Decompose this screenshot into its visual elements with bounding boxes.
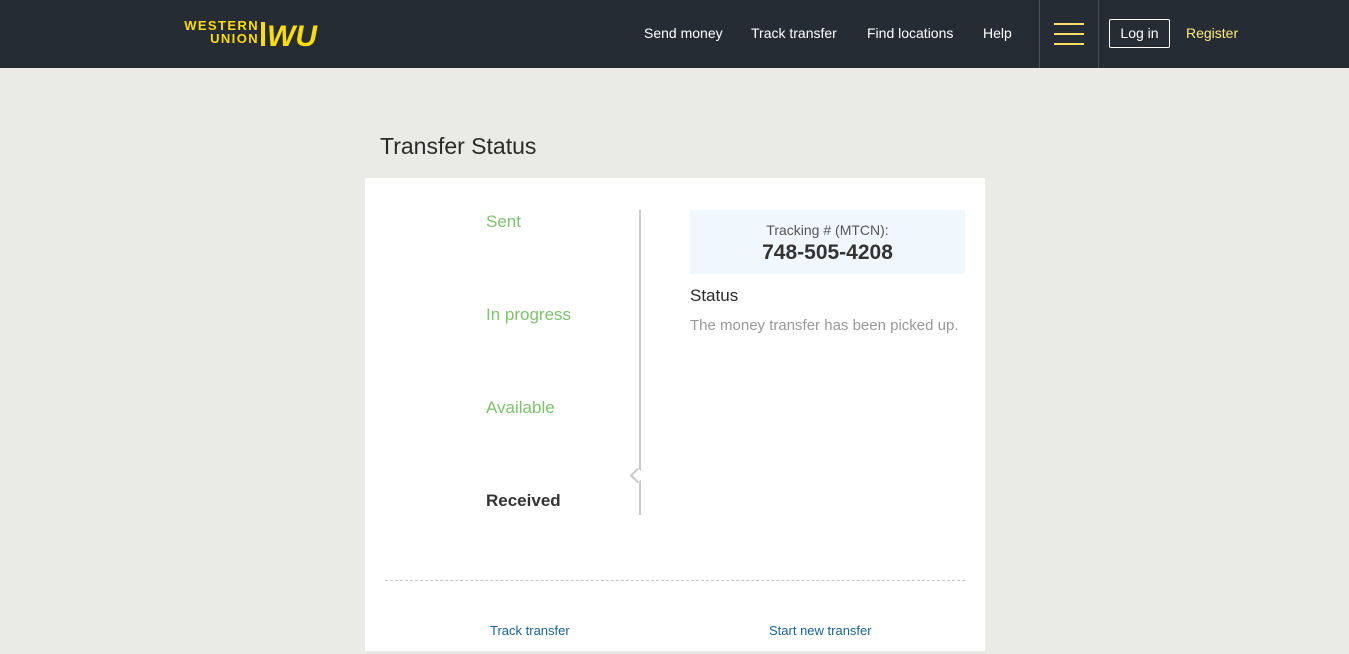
logo-mark-letters: WU — [267, 20, 318, 48]
site-header: WESTERN UNION WU Send money Track transf… — [0, 0, 1349, 68]
hamburger-icon[interactable] — [1040, 0, 1098, 68]
logo-line-union: UNION — [210, 31, 259, 46]
track-transfer-link[interactable]: Track transfer — [490, 623, 570, 638]
status-heading: Status — [690, 286, 739, 305]
transfer-status-card: Sent In progress Available Received Trac… — [365, 178, 985, 651]
dashed-divider — [385, 580, 965, 581]
step-in-progress: In progress — [486, 305, 572, 324]
tracking-box: Tracking # (MTCN): 748-505-4208 — [690, 210, 965, 274]
page-title: Transfer Status — [380, 133, 537, 159]
tracking-label: Tracking # (MTCN): — [766, 222, 889, 238]
login-button[interactable]: Log in — [1109, 19, 1170, 48]
status-message: The money transfer has been picked up. — [690, 317, 959, 334]
register-link[interactable]: Register — [1186, 25, 1238, 41]
logo-wordmark: WESTERN UNION — [165, 19, 259, 45]
nav-divider — [1098, 0, 1099, 68]
nav-track-transfer[interactable]: Track transfer — [751, 25, 837, 41]
nav-find-locations[interactable]: Find locations — [867, 25, 953, 41]
wu-logo-mark-icon: WU — [261, 20, 318, 48]
current-step-pointer-icon — [629, 467, 646, 484]
tracking-number: 748-505-4208 — [762, 241, 893, 264]
start-new-transfer-link[interactable]: Start new transfer — [769, 623, 872, 638]
step-available: Available — [486, 398, 555, 417]
nav-help[interactable]: Help — [983, 25, 1012, 41]
step-received: Received — [486, 491, 561, 510]
step-sent: Sent — [486, 212, 521, 231]
nav-send-money[interactable]: Send money — [644, 25, 723, 41]
